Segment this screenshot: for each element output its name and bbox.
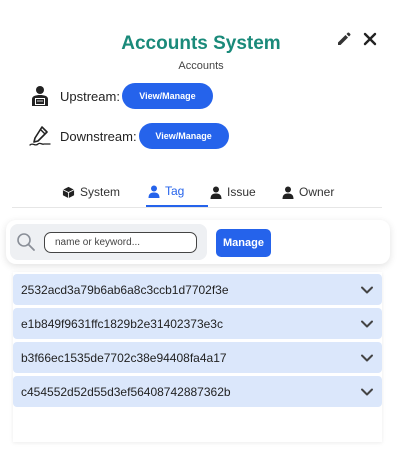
page-subtitle: Accounts [178,60,224,72]
list-item[interactable]: e1b849f9631ffc1829b2e31402373e3c [13,308,382,339]
downstream-view-manage-button[interactable]: View/Manage [138,123,229,149]
chevron-down-icon[interactable] [360,385,374,399]
tab-issue[interactable]: Issue [208,177,280,207]
reader-icon [28,84,52,108]
cube-icon [62,186,75,198]
tab-bar: System Tag Issue Owner [60,177,340,207]
list-item-label: c454552d52d55d3ef56408742887362b [21,384,231,399]
chevron-down-icon[interactable] [360,283,374,297]
user-icon [210,186,222,199]
list-item[interactable]: 2532acd3a79b6ab6a8c3ccb1d7702f3e [13,274,382,305]
list-item-label: b3f66ec1535de7702c38e94408fa4a17 [21,350,227,365]
tab-tag[interactable]: Tag [146,177,208,207]
downstream-label: Downstream: [60,128,137,144]
search-box [10,224,207,260]
upstream-label: Upstream: [60,88,120,104]
tag-list: 2532acd3a79b6ab6a8c3ccb1d7702f3e e1b849f… [13,272,382,442]
page-title: Accounts System [121,33,281,54]
tab-system[interactable]: System [60,177,146,207]
search-toolbar: Manage [6,220,390,264]
downstream-row: Downstream: View/Manage [28,123,229,149]
list-item[interactable]: c454552d52d55d3ef56408742887362b [13,376,382,407]
tag-panel: Accounts System Accounts Upstream: View/… [0,0,397,462]
tab-tag-label: Tag [165,184,185,198]
user-icon [148,185,160,198]
upstream-row: Upstream: View/Manage [28,83,213,109]
tab-owner-label: Owner [299,185,335,199]
user-icon [282,186,294,199]
tab-owner[interactable]: Owner [280,177,340,207]
tab-system-label: System [80,185,121,199]
signature-icon [28,124,52,148]
chevron-down-icon[interactable] [360,317,374,331]
upstream-view-manage-button[interactable]: View/Manage [121,83,213,109]
list-item-label: e1b849f9631ffc1829b2e31402373e3c [21,316,223,331]
search-input[interactable] [44,231,197,253]
tab-issue-label: Issue [227,185,256,199]
manage-button[interactable]: Manage [216,229,271,257]
chevron-down-icon[interactable] [360,351,374,365]
list-item-label: 2532acd3a79b6ab6a8c3ccb1d7702f3e [21,282,229,297]
tabs-divider [12,207,382,208]
search-icon [17,233,35,251]
list-item[interactable]: b3f66ec1535de7702c38e94408fa4a17 [13,342,382,373]
